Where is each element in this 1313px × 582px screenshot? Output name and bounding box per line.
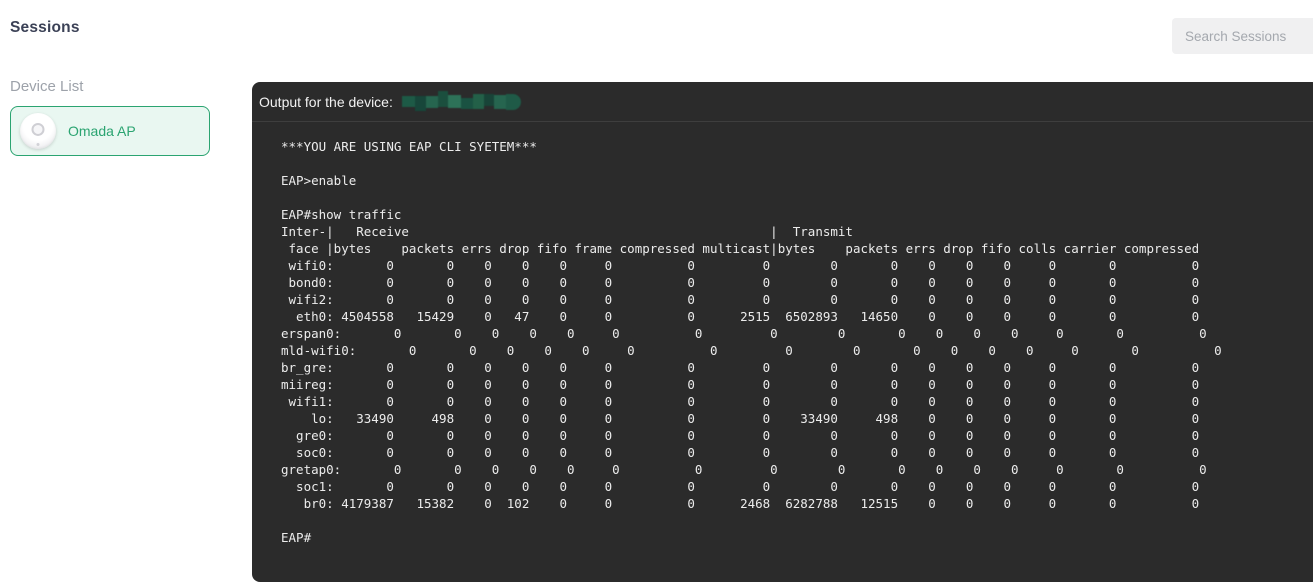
redaction-block [472, 94, 484, 109]
terminal-header: Output for the device: [252, 82, 1313, 122]
device-name-label: Omada AP [68, 123, 136, 139]
redaction-block [414, 96, 426, 111]
terminal-panel: Output for the device: ***YOU ARE USING … [252, 82, 1313, 582]
redaction-block [447, 95, 461, 108]
redaction-block [460, 97, 473, 109]
redaction-block [425, 95, 438, 108]
terminal-header-label: Output for the device: [259, 93, 393, 110]
redaction-block [483, 93, 494, 106]
redaction-block [493, 94, 506, 109]
search-sessions-input[interactable] [1172, 18, 1313, 54]
access-point-icon [20, 113, 56, 149]
redacted-device-name [401, 91, 521, 112]
redaction-block [505, 93, 521, 110]
redaction-block [437, 91, 448, 107]
device-card-omada-ap[interactable]: Omada AP [10, 106, 210, 156]
device-list-label: Device List [10, 78, 84, 95]
terminal-output[interactable]: ***YOU ARE USING EAP CLI SYETEM*** EAP>e… [252, 122, 1313, 566]
redaction-block [401, 96, 415, 107]
page-title: Sessions [10, 19, 80, 36]
